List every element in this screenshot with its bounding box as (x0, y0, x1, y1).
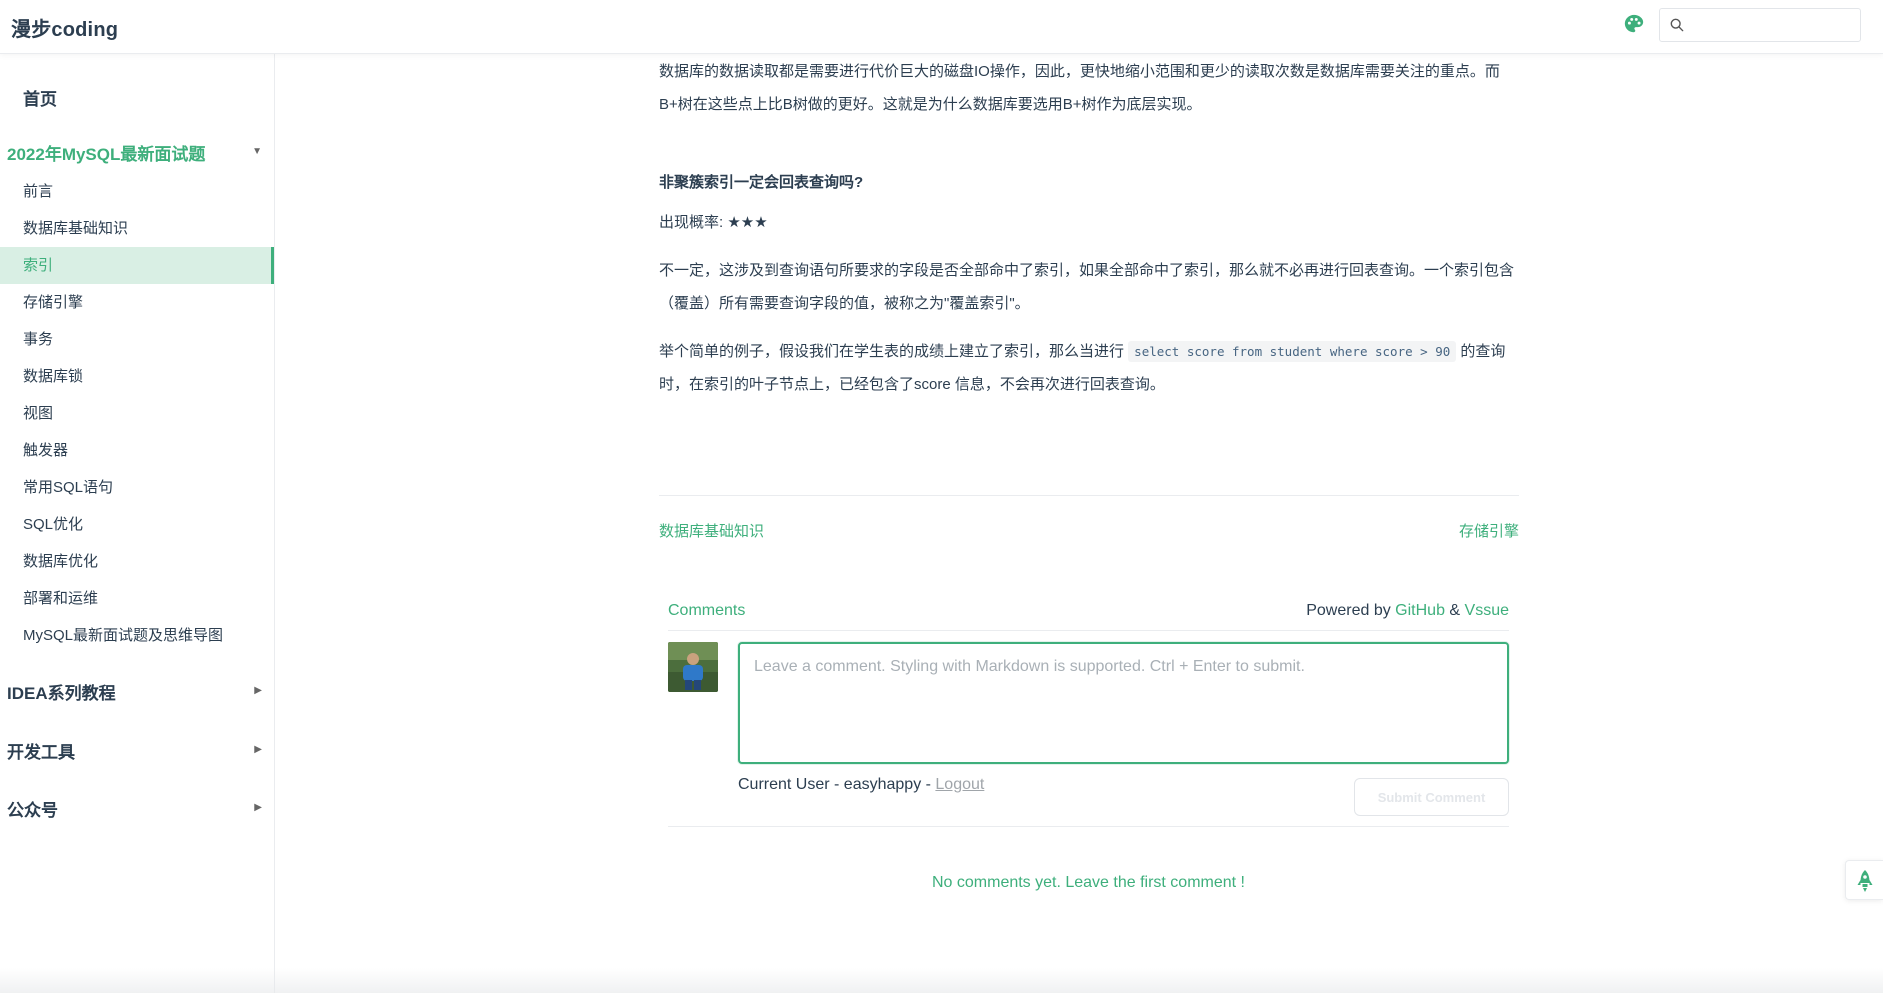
comments-title: Comments (668, 602, 746, 619)
submit-comment-button[interactable]: Submit Comment (1354, 778, 1509, 816)
comments-header: Comments Powered by GitHub & Vssue (668, 596, 1509, 631)
sidebar-item-preface[interactable]: 前言 (0, 173, 274, 210)
bottom-shadow (0, 968, 1883, 993)
sidebar-item-transaction[interactable]: 事务 (0, 321, 274, 358)
sidebar-item-db-optimization[interactable]: 数据库优化 (0, 543, 274, 580)
palette-icon[interactable] (1623, 13, 1645, 35)
site-title[interactable]: 漫步coding (11, 13, 118, 42)
navbar: 漫步coding (0, 0, 1883, 54)
sidebar-group-label: 开发工具 (7, 743, 75, 762)
search-icon (1670, 18, 1686, 34)
caret-down-icon: ▼ (252, 146, 262, 157)
caret-right-icon: ▶ (254, 685, 262, 696)
divider (659, 495, 1519, 496)
paragraph-covering-index: 不一定，这涉及到查询语句所要求的字段是否全部命中了索引，如果全部命中了索引，那么… (659, 262, 1515, 312)
sidebar-group-mysql[interactable]: 2022年MySQL最新面试题 ▼ (7, 140, 262, 165)
sidebar-item-storage-engine[interactable]: 存储引擎 (0, 284, 274, 321)
current-user: Current User - easyhappy - Logout (738, 776, 985, 793)
sidebar-item-home[interactable]: 首页 (23, 85, 57, 110)
sidebar-item-deploy-ops[interactable]: 部署和运维 (0, 580, 274, 617)
inline-code: select score from student where score > … (1128, 341, 1457, 362)
caret-right-icon: ▶ (254, 744, 262, 755)
paragraph-bplus-tree: 数据库的数据读取都是需要进行代价巨大的磁盘IO操作，因此，更快地缩小范围和更少的… (659, 63, 1500, 113)
sidebar-item-common-sql[interactable]: 常用SQL语句 (0, 469, 274, 506)
section-heading: 非聚簇索引一定会回表查询吗? (659, 174, 864, 191)
sidebar-item-sql-optimization[interactable]: SQL优化 (0, 506, 274, 543)
divider (668, 826, 1509, 827)
sidebar-group-label: IDEA系列教程 (7, 684, 116, 703)
github-link[interactable]: GitHub (1395, 602, 1445, 619)
search-box[interactable] (1659, 8, 1861, 42)
vssue-link[interactable]: Vssue (1465, 602, 1509, 619)
prev-page-link[interactable]: 数据库基础知识 (659, 520, 764, 541)
sidebar-item-trigger[interactable]: 触发器 (0, 432, 274, 469)
sidebar-group-idea[interactable]: IDEA系列教程 ▶ (7, 679, 262, 704)
logout-link[interactable]: Logout (935, 776, 984, 793)
sidebar-item-mindmap[interactable]: MySQL最新面试题及思维导图 (0, 617, 274, 654)
next-page-link[interactable]: 存储引擎 (1459, 520, 1519, 541)
rating-stars: ★★★ (727, 214, 768, 231)
rating-line: 出现概率: ★★★ (659, 206, 1519, 239)
back-to-top-button[interactable] (1845, 860, 1883, 900)
no-comments-message: No comments yet. Leave the first comment… (931, 874, 1245, 891)
sidebar-item-db-lock[interactable]: 数据库锁 (0, 358, 274, 395)
sidebar-group-label: 2022年MySQL最新面试题 (7, 145, 206, 164)
sidebar-group-dev-tools[interactable]: 开发工具 ▶ (7, 738, 262, 763)
sidebar-item-index[interactable]: 索引 (0, 247, 274, 284)
sidebar-item-view[interactable]: 视图 (0, 395, 274, 432)
sidebar-item-db-basics[interactable]: 数据库基础知识 (0, 210, 274, 247)
sidebar: 首页 2022年MySQL最新面试题 ▼ 前言 数据库基础知识 索引 存储引擎 … (0, 54, 275, 993)
caret-right-icon: ▶ (254, 802, 262, 813)
rating-label: 出现概率: (659, 214, 728, 231)
powered-by: Powered by GitHub & Vssue (1306, 602, 1509, 619)
sidebar-group-official-account[interactable]: 公众号 ▶ (7, 796, 262, 821)
avatar[interactable] (668, 642, 718, 692)
paragraph-example: 举个简单的例子，假设我们在学生表的成绩上建立了索引，那么当进行 select s… (659, 341, 1506, 393)
rocket-icon (1857, 870, 1873, 892)
sidebar-group-label: 公众号 (7, 801, 58, 820)
comment-textarea[interactable] (738, 642, 1509, 764)
search-input[interactable] (1690, 13, 1854, 37)
